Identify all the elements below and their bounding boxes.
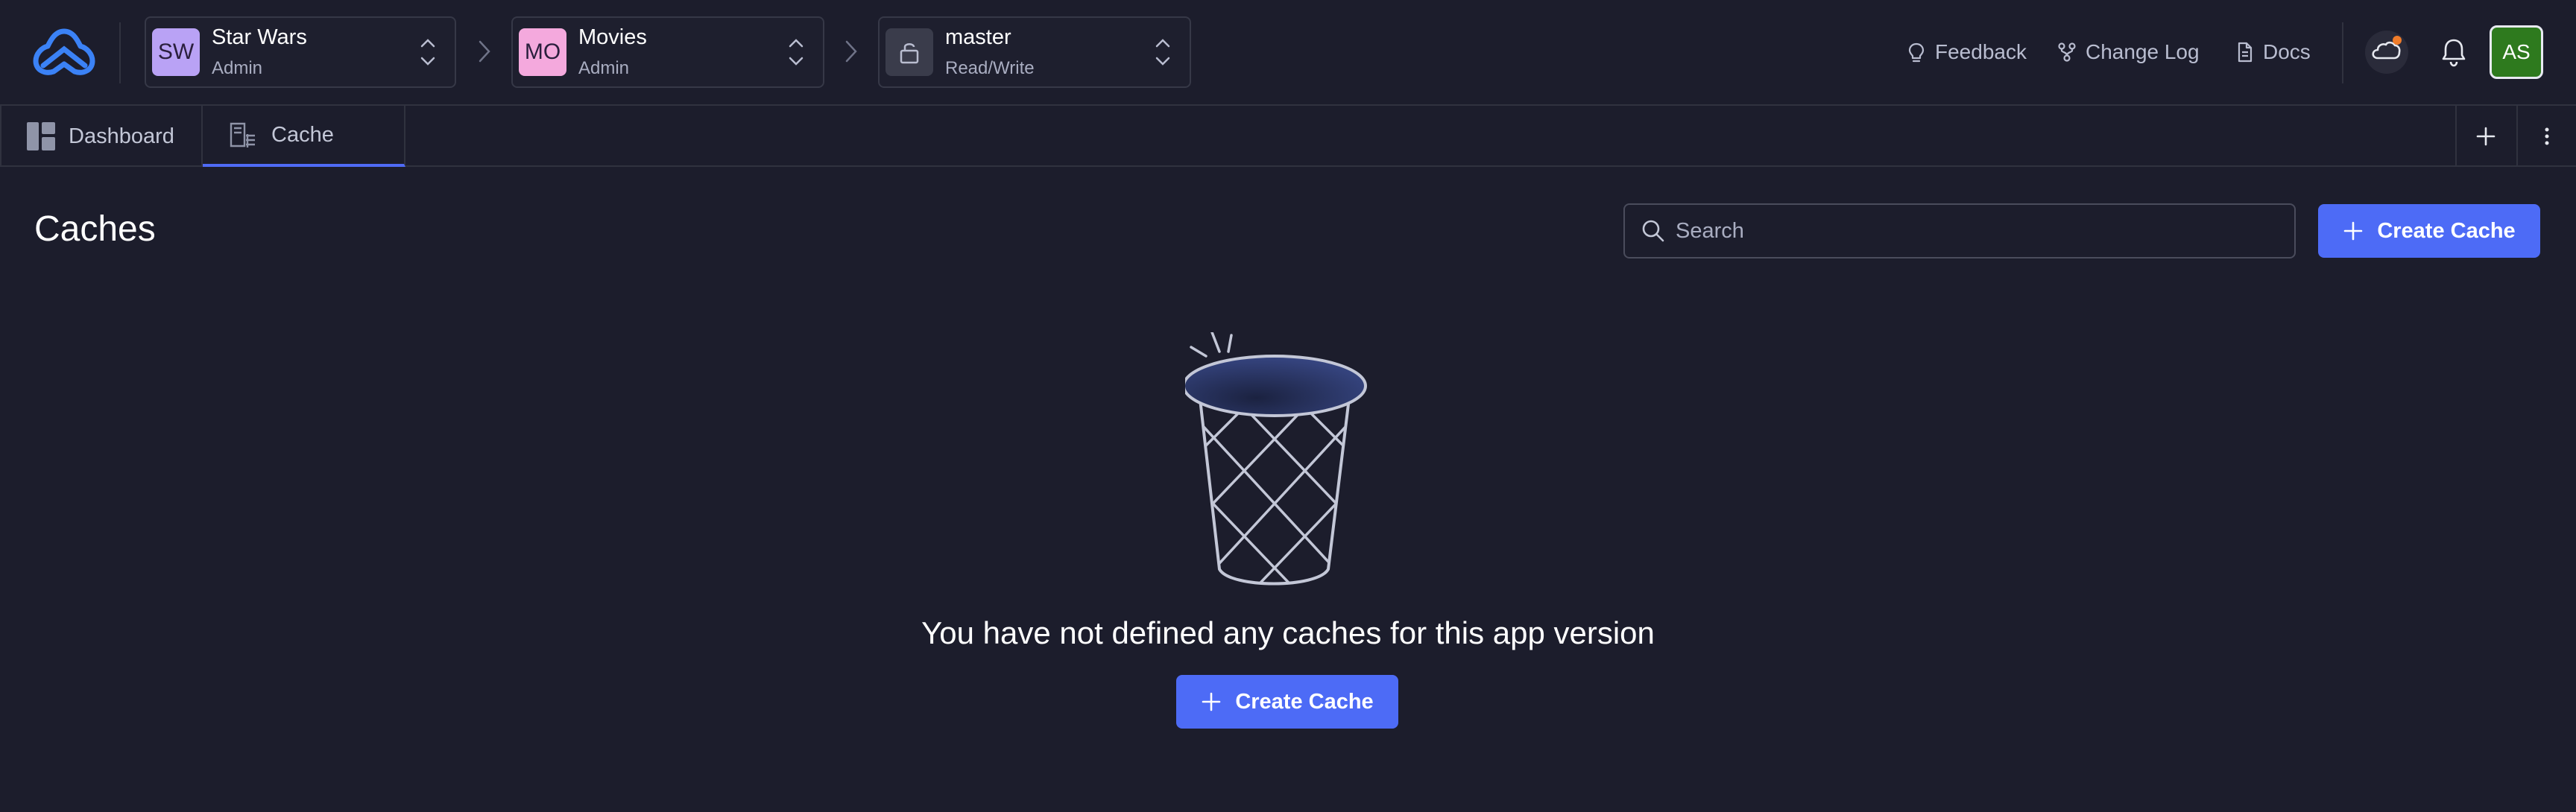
chevron-updown-icon	[1155, 39, 1170, 66]
app-role: Admin	[578, 58, 630, 78]
create-cache-label: Create Cache	[2377, 218, 2516, 243]
branch-access: Read/Write	[945, 58, 1035, 78]
lightbulb-icon	[1908, 42, 1925, 63]
lock-icon	[900, 43, 919, 64]
create-cache-empty-button[interactable]: Create Cache	[1176, 675, 1398, 729]
tab-label: Dashboard	[69, 124, 174, 148]
branch-name: master	[945, 25, 1011, 49]
feedback-link[interactable]: Feedback	[1905, 37, 2027, 67]
feedback-label: Feedback	[1935, 40, 2027, 63]
org-name: Star Wars	[212, 25, 307, 49]
top-bar: SW Star Wars Admin MO Movies Admin maste…	[0, 0, 2576, 106]
tab-label: Cache	[271, 122, 334, 147]
tab-cache[interactable]: Cache	[203, 106, 405, 167]
search-input[interactable]	[1676, 218, 2272, 244]
plus-icon	[1202, 692, 1221, 711]
create-cache-button[interactable]: Create Cache	[2318, 204, 2540, 258]
chevron-updown-icon	[420, 39, 435, 66]
search-box[interactable]	[1623, 203, 2296, 258]
plus-icon	[2344, 221, 2363, 241]
docs-link[interactable]: Docs	[2233, 37, 2311, 67]
user-avatar[interactable]: AS	[2490, 25, 2543, 79]
docs-label: Docs	[2263, 40, 2311, 63]
divider	[119, 22, 121, 83]
page-title: Caches	[34, 209, 156, 249]
branch-selector[interactable]: master Read/Write	[878, 16, 1191, 88]
cache-icon	[230, 122, 255, 148]
org-avatar: SW	[152, 28, 200, 76]
empty-state-message: You have not defined any caches for this…	[921, 615, 1655, 650]
more-vertical-icon	[2545, 127, 2549, 145]
create-cache-label: Create Cache	[1235, 689, 1374, 714]
trash-can-icon	[1185, 332, 1367, 586]
search-icon	[1642, 220, 1664, 242]
bell-icon[interactable]	[2431, 30, 2476, 74]
chevron-updown-icon	[789, 39, 804, 66]
dashboard-icon	[27, 122, 55, 150]
branch-avatar	[886, 28, 933, 76]
app-avatar: MO	[519, 28, 566, 76]
tab-menu-button[interactable]	[2516, 106, 2576, 167]
changelog-icon	[2058, 42, 2076, 62]
add-tab-button[interactable]	[2455, 106, 2515, 167]
plus-icon	[2476, 127, 2496, 146]
chevron-right-icon	[479, 40, 490, 63]
tab-dashboard[interactable]: Dashboard	[0, 106, 203, 167]
logo-icon[interactable]	[33, 27, 95, 77]
org-selector[interactable]: SW Star Wars Admin	[145, 16, 456, 88]
app-name: Movies	[578, 25, 647, 49]
changelog-label: Change Log	[2086, 40, 2200, 63]
divider	[2342, 22, 2343, 83]
cloud-icon[interactable]	[2364, 30, 2409, 74]
chevron-right-icon	[845, 40, 857, 63]
org-role: Admin	[212, 58, 263, 78]
changelog-link[interactable]: Change Log	[2056, 37, 2200, 67]
document-icon	[2238, 42, 2253, 63]
tab-bar: Dashboard Cache	[0, 106, 2576, 167]
app-selector[interactable]: MO Movies Admin	[511, 16, 824, 88]
